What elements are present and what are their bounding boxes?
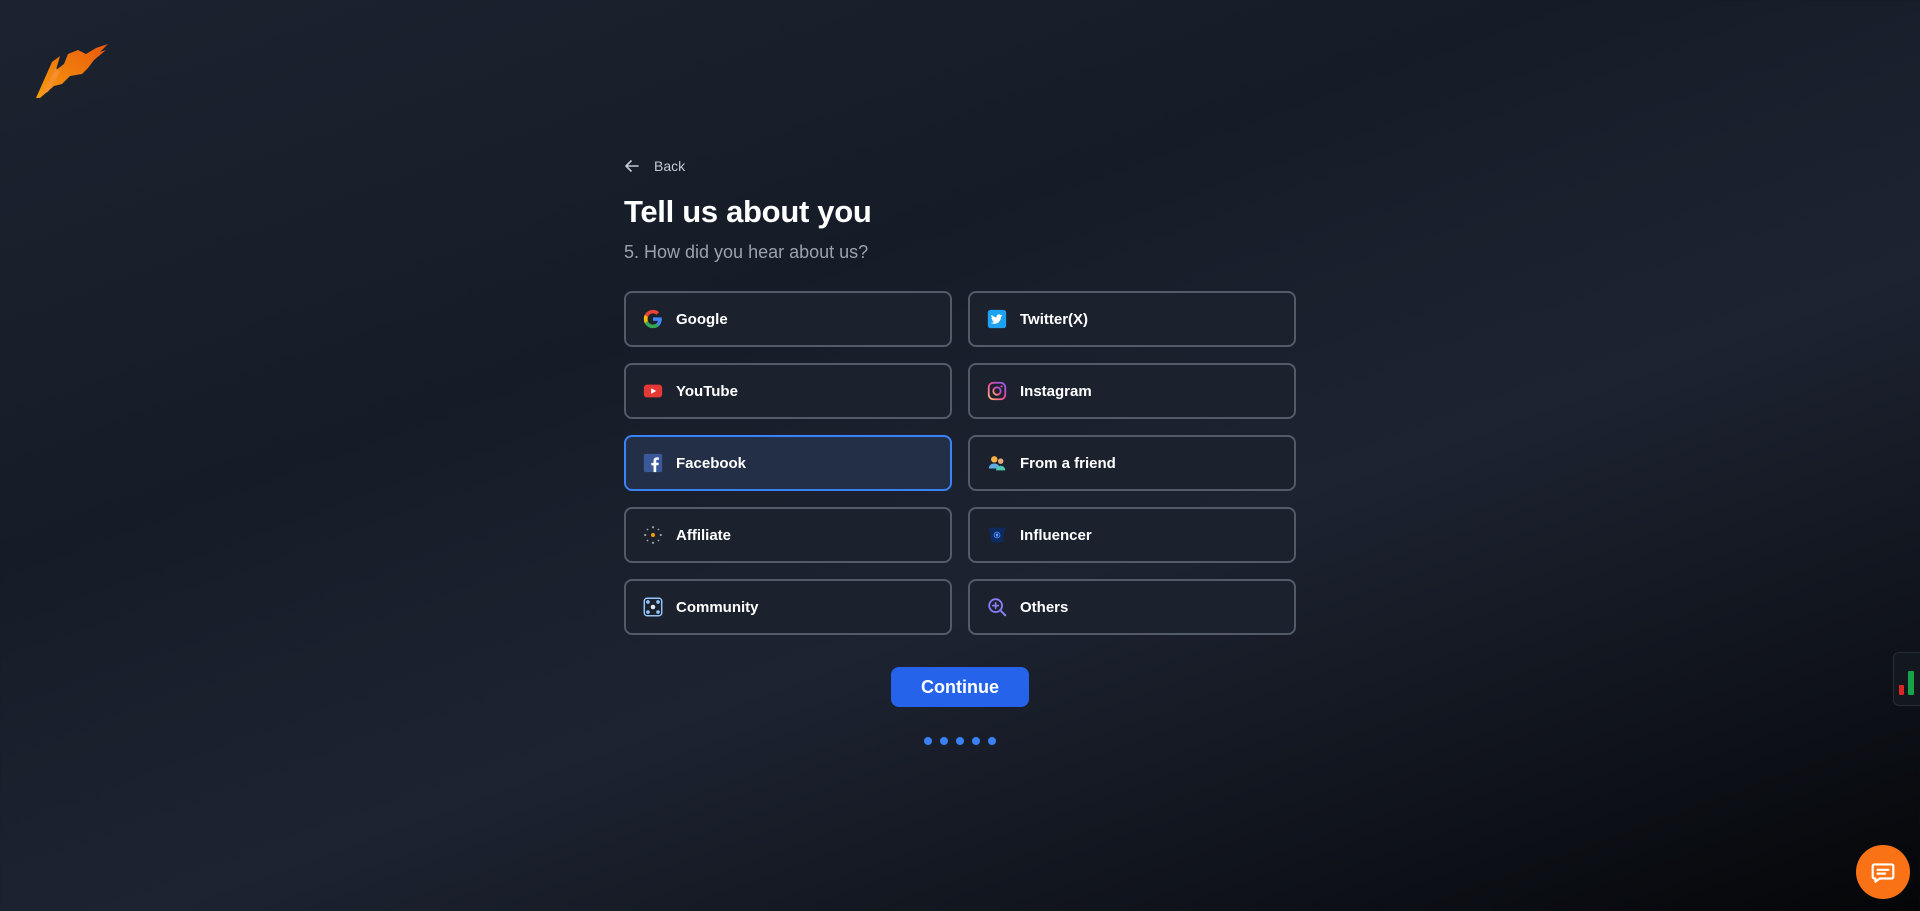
option-influencer[interactable]: Influencer <box>968 507 1296 563</box>
friends-icon <box>986 452 1008 474</box>
arrow-left-icon <box>625 160 639 172</box>
options-grid: Google Twitter(X) YouTube Instagram Face… <box>624 291 1296 635</box>
option-label: Influencer <box>1020 526 1092 544</box>
option-google[interactable]: Google <box>624 291 952 347</box>
option-label: Affiliate <box>676 526 732 544</box>
option-others[interactable]: Others <box>968 579 1296 635</box>
page-title: Tell us about you <box>624 194 872 229</box>
instagram-icon <box>986 380 1008 402</box>
back-button[interactable]: Back <box>624 150 1296 182</box>
progress-dot <box>988 737 996 745</box>
onboarding-form: Back Tell us about you 5. How did you he… <box>624 150 1296 745</box>
progress-dot <box>956 737 964 745</box>
search-plus-icon <box>986 596 1008 618</box>
option-from-a-friend[interactable]: From a friend <box>968 435 1296 491</box>
back-label: Back <box>654 158 686 174</box>
brand-logo[interactable] <box>34 42 110 100</box>
option-facebook[interactable]: Facebook <box>624 435 952 491</box>
chat-icon <box>1871 863 1895 883</box>
option-label: Facebook <box>676 454 747 472</box>
community-icon <box>642 596 664 618</box>
continue-button[interactable]: Continue <box>891 667 1029 707</box>
affiliate-icon <box>642 524 664 546</box>
option-instagram[interactable]: Instagram <box>968 363 1296 419</box>
option-label: Google <box>676 310 728 328</box>
progress-dot <box>940 737 948 745</box>
progress-dots <box>624 737 1296 745</box>
option-twitter[interactable]: Twitter(X) <box>968 291 1296 347</box>
option-label: Instagram <box>1020 382 1092 400</box>
option-label: YouTube <box>676 382 738 400</box>
progress-dot <box>972 737 980 745</box>
candle-green-icon <box>1908 671 1914 695</box>
facebook-icon <box>642 452 664 474</box>
chat-support-button[interactable] <box>1856 845 1910 899</box>
twitter-icon <box>986 308 1008 330</box>
influencer-icon <box>986 524 1008 546</box>
question-text: 5. How did you hear about us? <box>624 242 869 262</box>
side-chart-widget[interactable] <box>1893 652 1920 706</box>
option-label: Twitter(X) <box>1020 310 1089 328</box>
youtube-icon <box>642 380 664 402</box>
option-label: Community <box>676 598 759 616</box>
option-label: From a friend <box>1020 454 1116 472</box>
option-youtube[interactable]: YouTube <box>624 363 952 419</box>
progress-dot <box>924 737 932 745</box>
google-icon <box>642 308 664 330</box>
bull-logo-icon <box>36 44 108 98</box>
option-community[interactable]: Community <box>624 579 952 635</box>
continue-wrap: Continue <box>624 667 1296 707</box>
candle-red-icon <box>1899 685 1904 695</box>
option-affiliate[interactable]: Affiliate <box>624 507 952 563</box>
option-label: Others <box>1020 598 1069 616</box>
